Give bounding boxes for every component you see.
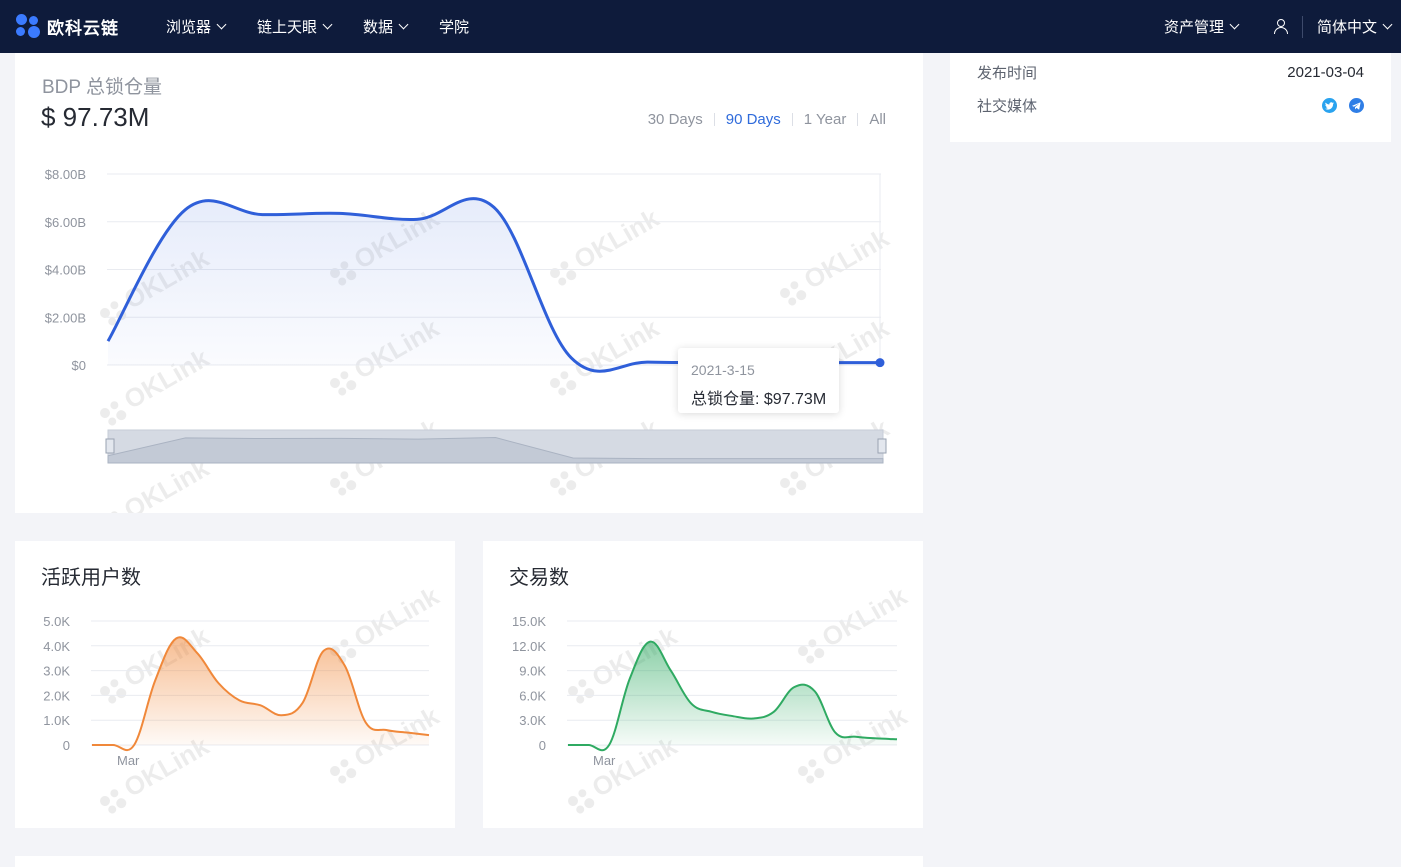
asset-management-label: 资产管理 [1164, 16, 1224, 37]
y-tick-label: 6.0K [519, 688, 546, 703]
info-label: 发布时间 [977, 62, 1037, 83]
watermark-text: OKLink [569, 312, 665, 384]
transactions-chart[interactable]: OKLinkOKLinkOKLinkOKLink03.0K6.0K9.0K12.… [483, 541, 923, 828]
nav-item-onchain-eye[interactable]: 链上天眼 [257, 16, 331, 37]
nav-item-label: 链上天眼 [257, 16, 317, 37]
social-links [1322, 98, 1364, 113]
main-menu: 浏览器 链上天眼 数据 学院 [166, 0, 501, 53]
brand-name: 欧科云链 [47, 14, 119, 39]
info-row-social-media: 社交媒体 [977, 95, 1364, 116]
watermark-text: OKLink [817, 580, 913, 652]
y-tick-label: $6.00B [45, 215, 86, 230]
highlight-point [876, 358, 885, 367]
y-tick-label: 1.0K [43, 713, 70, 728]
transactions-panel: 交易数 OKLinkOKLinkOKLinkOKLink03.0K6.0K9.0… [483, 541, 923, 828]
zoom-handle-right [878, 439, 886, 453]
info-row-release-date: 发布时间 2021-03-04 [977, 62, 1364, 83]
y-tick-label: 9.0K [519, 664, 546, 679]
nav-item-academy[interactable]: 学院 [439, 16, 469, 37]
tooltip-value: 总锁仓量: $97.73M [691, 385, 826, 409]
y-tick-label: $8.00B [45, 167, 86, 182]
telegram-icon[interactable] [1349, 98, 1364, 113]
y-tick-label: $0 [72, 358, 86, 373]
y-tick-label: 0 [63, 738, 70, 753]
okx-logo-icon [16, 14, 41, 39]
tooltip-date: 2021-3-15 [691, 362, 755, 378]
twitter-icon[interactable] [1322, 98, 1337, 113]
nav-right: 资产管理 简体中文 [1164, 0, 1391, 53]
y-tick-label: $2.00B [45, 310, 86, 325]
chevron-down-icon [217, 20, 227, 30]
chevron-down-icon [323, 20, 333, 30]
tvl-chart[interactable]: OKLinkOKLinkOKLinkOKLinkOKLinkOKLinkOKLi… [15, 53, 923, 513]
watermark: OKLink [324, 580, 445, 667]
y-tick-label: 3.0K [519, 713, 546, 728]
active-users-panel: 活跃用户数 OKLinkOKLinkOKLinkOKLink01.0K2.0K3… [15, 541, 455, 828]
chevron-down-icon [399, 20, 409, 30]
y-tick-label: $4.00B [45, 263, 86, 278]
top-nav: 欧科云链 浏览器 链上天眼 数据 学院 资产管理 简体中文 [0, 0, 1401, 53]
nav-item-label: 数据 [363, 16, 393, 37]
x-tick-label: Mar [593, 753, 616, 768]
user-icon[interactable] [1274, 19, 1288, 34]
y-tick-label: 3.0K [43, 664, 70, 679]
info-value: 2021-03-04 [1287, 64, 1364, 81]
next-panel-edge [15, 856, 923, 867]
tvl-panel: BDP 总锁仓量 $ 97.73M 30 Days 90 Days 1 Year… [15, 53, 923, 513]
watermark-text: OKLink [349, 580, 445, 652]
x-tick-label: Mar [117, 753, 140, 768]
chevron-down-icon [1230, 20, 1240, 30]
language-selector[interactable]: 简体中文 [1317, 16, 1391, 37]
token-info-panel: 发布时间 2021-03-04 社交媒体 [950, 53, 1391, 142]
nav-item-browser[interactable]: 浏览器 [166, 16, 225, 37]
watermark-text: OKLink [569, 202, 665, 274]
nav-item-label: 浏览器 [166, 16, 211, 37]
watermark: OKLink [544, 202, 665, 289]
y-tick-label: 4.0K [43, 639, 70, 654]
nav-divider [1302, 16, 1303, 38]
asset-management-menu[interactable]: 资产管理 [1164, 16, 1238, 37]
zoom-handle-left [106, 439, 114, 453]
language-label: 简体中文 [1317, 16, 1377, 37]
y-tick-label: 5.0K [43, 614, 70, 629]
active-users-chart[interactable]: OKLinkOKLinkOKLinkOKLink01.0K2.0K3.0K4.0… [15, 541, 455, 828]
chart-tooltip: 2021-3-15 总锁仓量: $97.73M [678, 348, 839, 413]
chevron-down-icon [1383, 20, 1393, 30]
y-tick-label: 15.0K [512, 614, 546, 629]
y-tick-label: 2.0K [43, 688, 70, 703]
watermark: OKLink [792, 580, 913, 667]
brand-logo[interactable]: 欧科云链 [16, 14, 119, 39]
nav-item-label: 学院 [439, 16, 469, 37]
series-area [108, 199, 880, 372]
nav-item-data[interactable]: 数据 [363, 16, 407, 37]
y-tick-label: 0 [539, 738, 546, 753]
y-tick-label: 12.0K [512, 639, 546, 654]
watermark: OKLink [774, 222, 895, 309]
info-label: 社交媒体 [977, 95, 1037, 116]
